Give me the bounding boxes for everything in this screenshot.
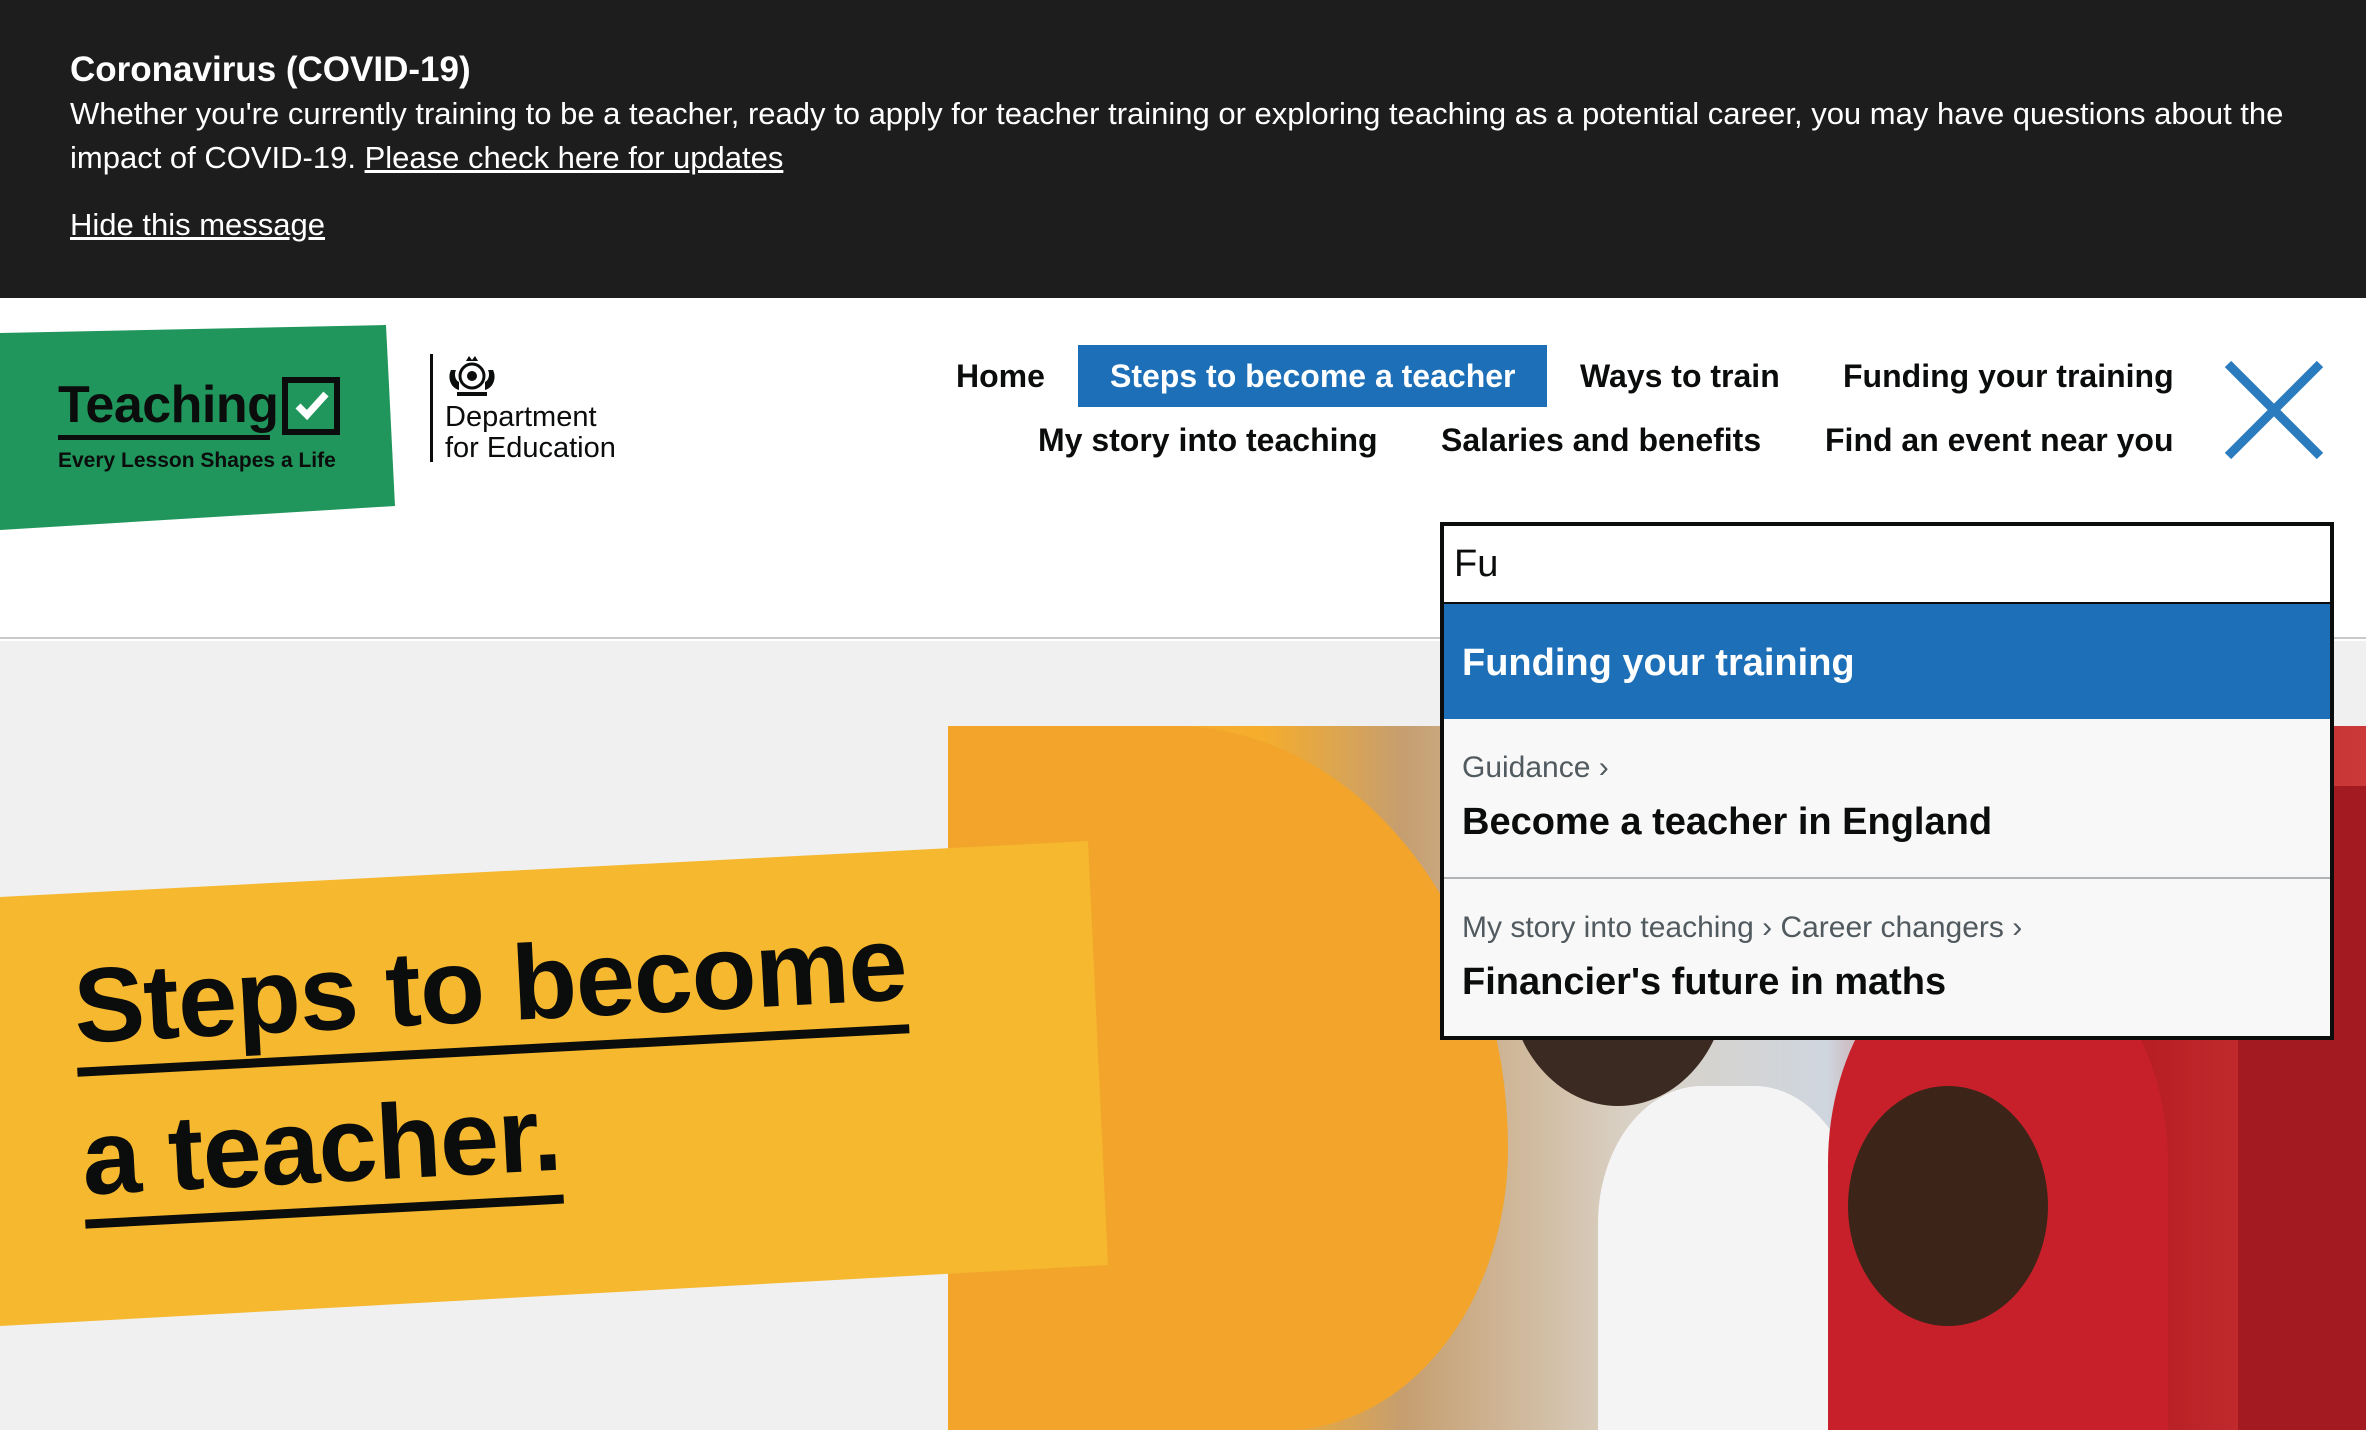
search-result-title: Financier's future in maths <box>1462 961 1947 1003</box>
hero-title: Steps to become a teacher. <box>70 884 985 1235</box>
search-result-title: Become a teacher in England <box>1462 801 1993 843</box>
nav-home[interactable]: Home <box>956 345 1045 407</box>
teaching-logo[interactable]: Teaching Every Lesson Shapes a Life <box>0 325 395 530</box>
nav-steps-to-become-a-teacher[interactable]: Steps to become a teacher <box>1078 345 1548 407</box>
updates-link[interactable]: Please check here for updates <box>365 140 784 175</box>
search-result-funding[interactable]: Funding your training <box>1444 604 2330 719</box>
dfe-line-2: for Education <box>445 432 616 464</box>
checkbox-tick-icon <box>282 377 340 435</box>
logo-wordmark: Teaching <box>58 376 279 434</box>
hero-title-line-2: a teacher. <box>78 1074 565 1229</box>
nav-ways-to-train[interactable]: Ways to train <box>1580 345 1780 407</box>
search-result-become-a-teacher[interactable]: Guidance › Become a teacher in England <box>1444 719 2330 879</box>
logo-tagline: Every Lesson Shapes a Life <box>58 449 336 472</box>
nav-funding-your-training[interactable]: Funding your training <box>1843 345 2174 407</box>
royal-crest-icon <box>449 356 495 396</box>
search-result-title: Funding your training <box>1462 642 1855 684</box>
nav-my-story-into-teaching[interactable]: My story into teaching <box>1038 409 1378 471</box>
dfe-line-1: Department <box>445 401 597 433</box>
search-input[interactable] <box>1440 522 2334 606</box>
close-icon <box>2224 360 2324 460</box>
nav-find-an-event[interactable]: Find an event near you <box>1825 409 2174 471</box>
dfe-logo[interactable]: Department for Education <box>430 354 616 464</box>
banner-text: Whether you're currently training to be … <box>70 92 2296 180</box>
search-result-breadcrumb: Guidance › <box>1462 751 1609 784</box>
banner-title: Coronavirus (COVID-19) <box>70 50 471 89</box>
search-result-breadcrumb: My story into teaching › Career changers… <box>1462 911 2023 944</box>
nav-salaries-and-benefits[interactable]: Salaries and benefits <box>1441 409 1761 471</box>
dfe-text: Department for Education <box>445 402 665 464</box>
hide-message-link[interactable]: Hide this message <box>70 203 325 247</box>
close-search-button[interactable] <box>2222 358 2326 462</box>
search-results: Funding your training Guidance › Become … <box>1440 604 2334 1040</box>
logo-underline <box>58 435 270 440</box>
covid-banner: Coronavirus (COVID-19) Whether you're cu… <box>0 0 2366 298</box>
search-result-financier[interactable]: My story into teaching › Career changers… <box>1444 879 2330 1036</box>
